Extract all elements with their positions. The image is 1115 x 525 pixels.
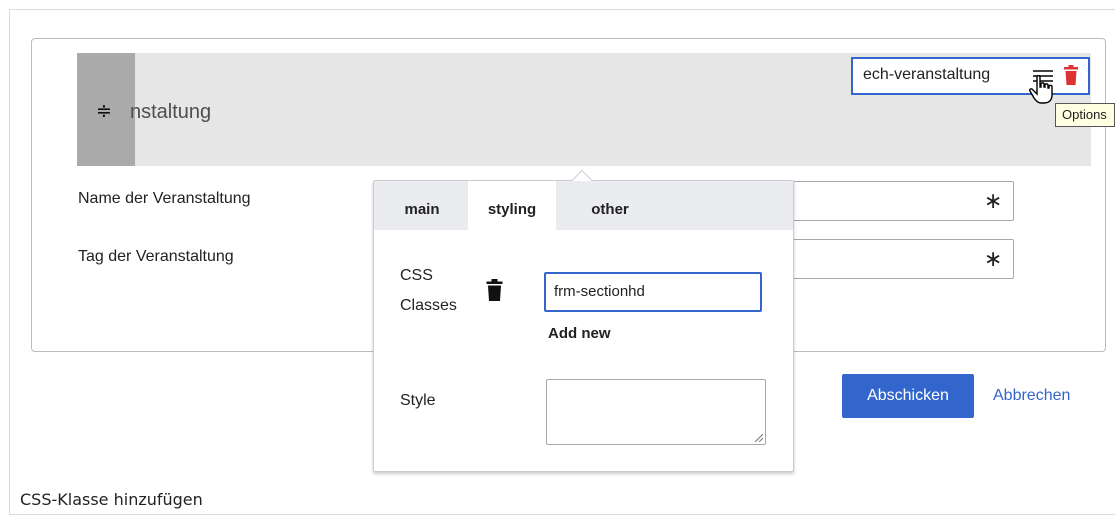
popup-pointer — [568, 167, 596, 181]
cancel-button[interactable]: Abbrechen — [993, 374, 1070, 418]
hand-cursor-icon — [1029, 75, 1053, 104]
required-marker: ∗ — [984, 247, 1003, 272]
section-title: nstaltung — [130, 101, 212, 123]
trash-icon[interactable] — [1063, 65, 1079, 85]
options-tooltip: Options — [1055, 103, 1115, 127]
tab-other[interactable]: other — [568, 181, 652, 230]
popup-tab-bar: main styling other — [374, 181, 793, 230]
trash-icon[interactable] — [486, 279, 503, 301]
options-popup: main styling other CSS Classes frm-secti… — [373, 180, 794, 472]
field-label-date: Tag der Veranstaltung — [78, 248, 234, 265]
drag-sort-icon[interactable]: ≑ — [94, 100, 114, 122]
field-label-name: Name der Veranstaltung — [78, 190, 251, 207]
style-textarea[interactable] — [546, 379, 766, 445]
css-classes-label-line2: Classes — [400, 297, 457, 314]
date-input[interactable] — [758, 239, 1014, 279]
resize-grip-icon[interactable] — [755, 434, 763, 442]
tab-main[interactable]: main — [382, 181, 462, 230]
figure-caption: CSS-Klasse hinzufügen — [20, 490, 203, 509]
add-new-link[interactable]: Add new — [548, 325, 611, 342]
name-input[interactable] — [758, 181, 1014, 221]
submit-button[interactable]: Abschicken — [842, 374, 974, 418]
css-class-input[interactable]: frm-sectionhd — [544, 272, 762, 312]
tab-styling[interactable]: styling — [468, 181, 556, 230]
style-label: Style — [400, 392, 436, 409]
section-name-label: ech-veranstaltung — [863, 66, 991, 83]
required-marker: ∗ — [984, 189, 1003, 214]
css-classes-label-line1: CSS — [400, 267, 433, 284]
